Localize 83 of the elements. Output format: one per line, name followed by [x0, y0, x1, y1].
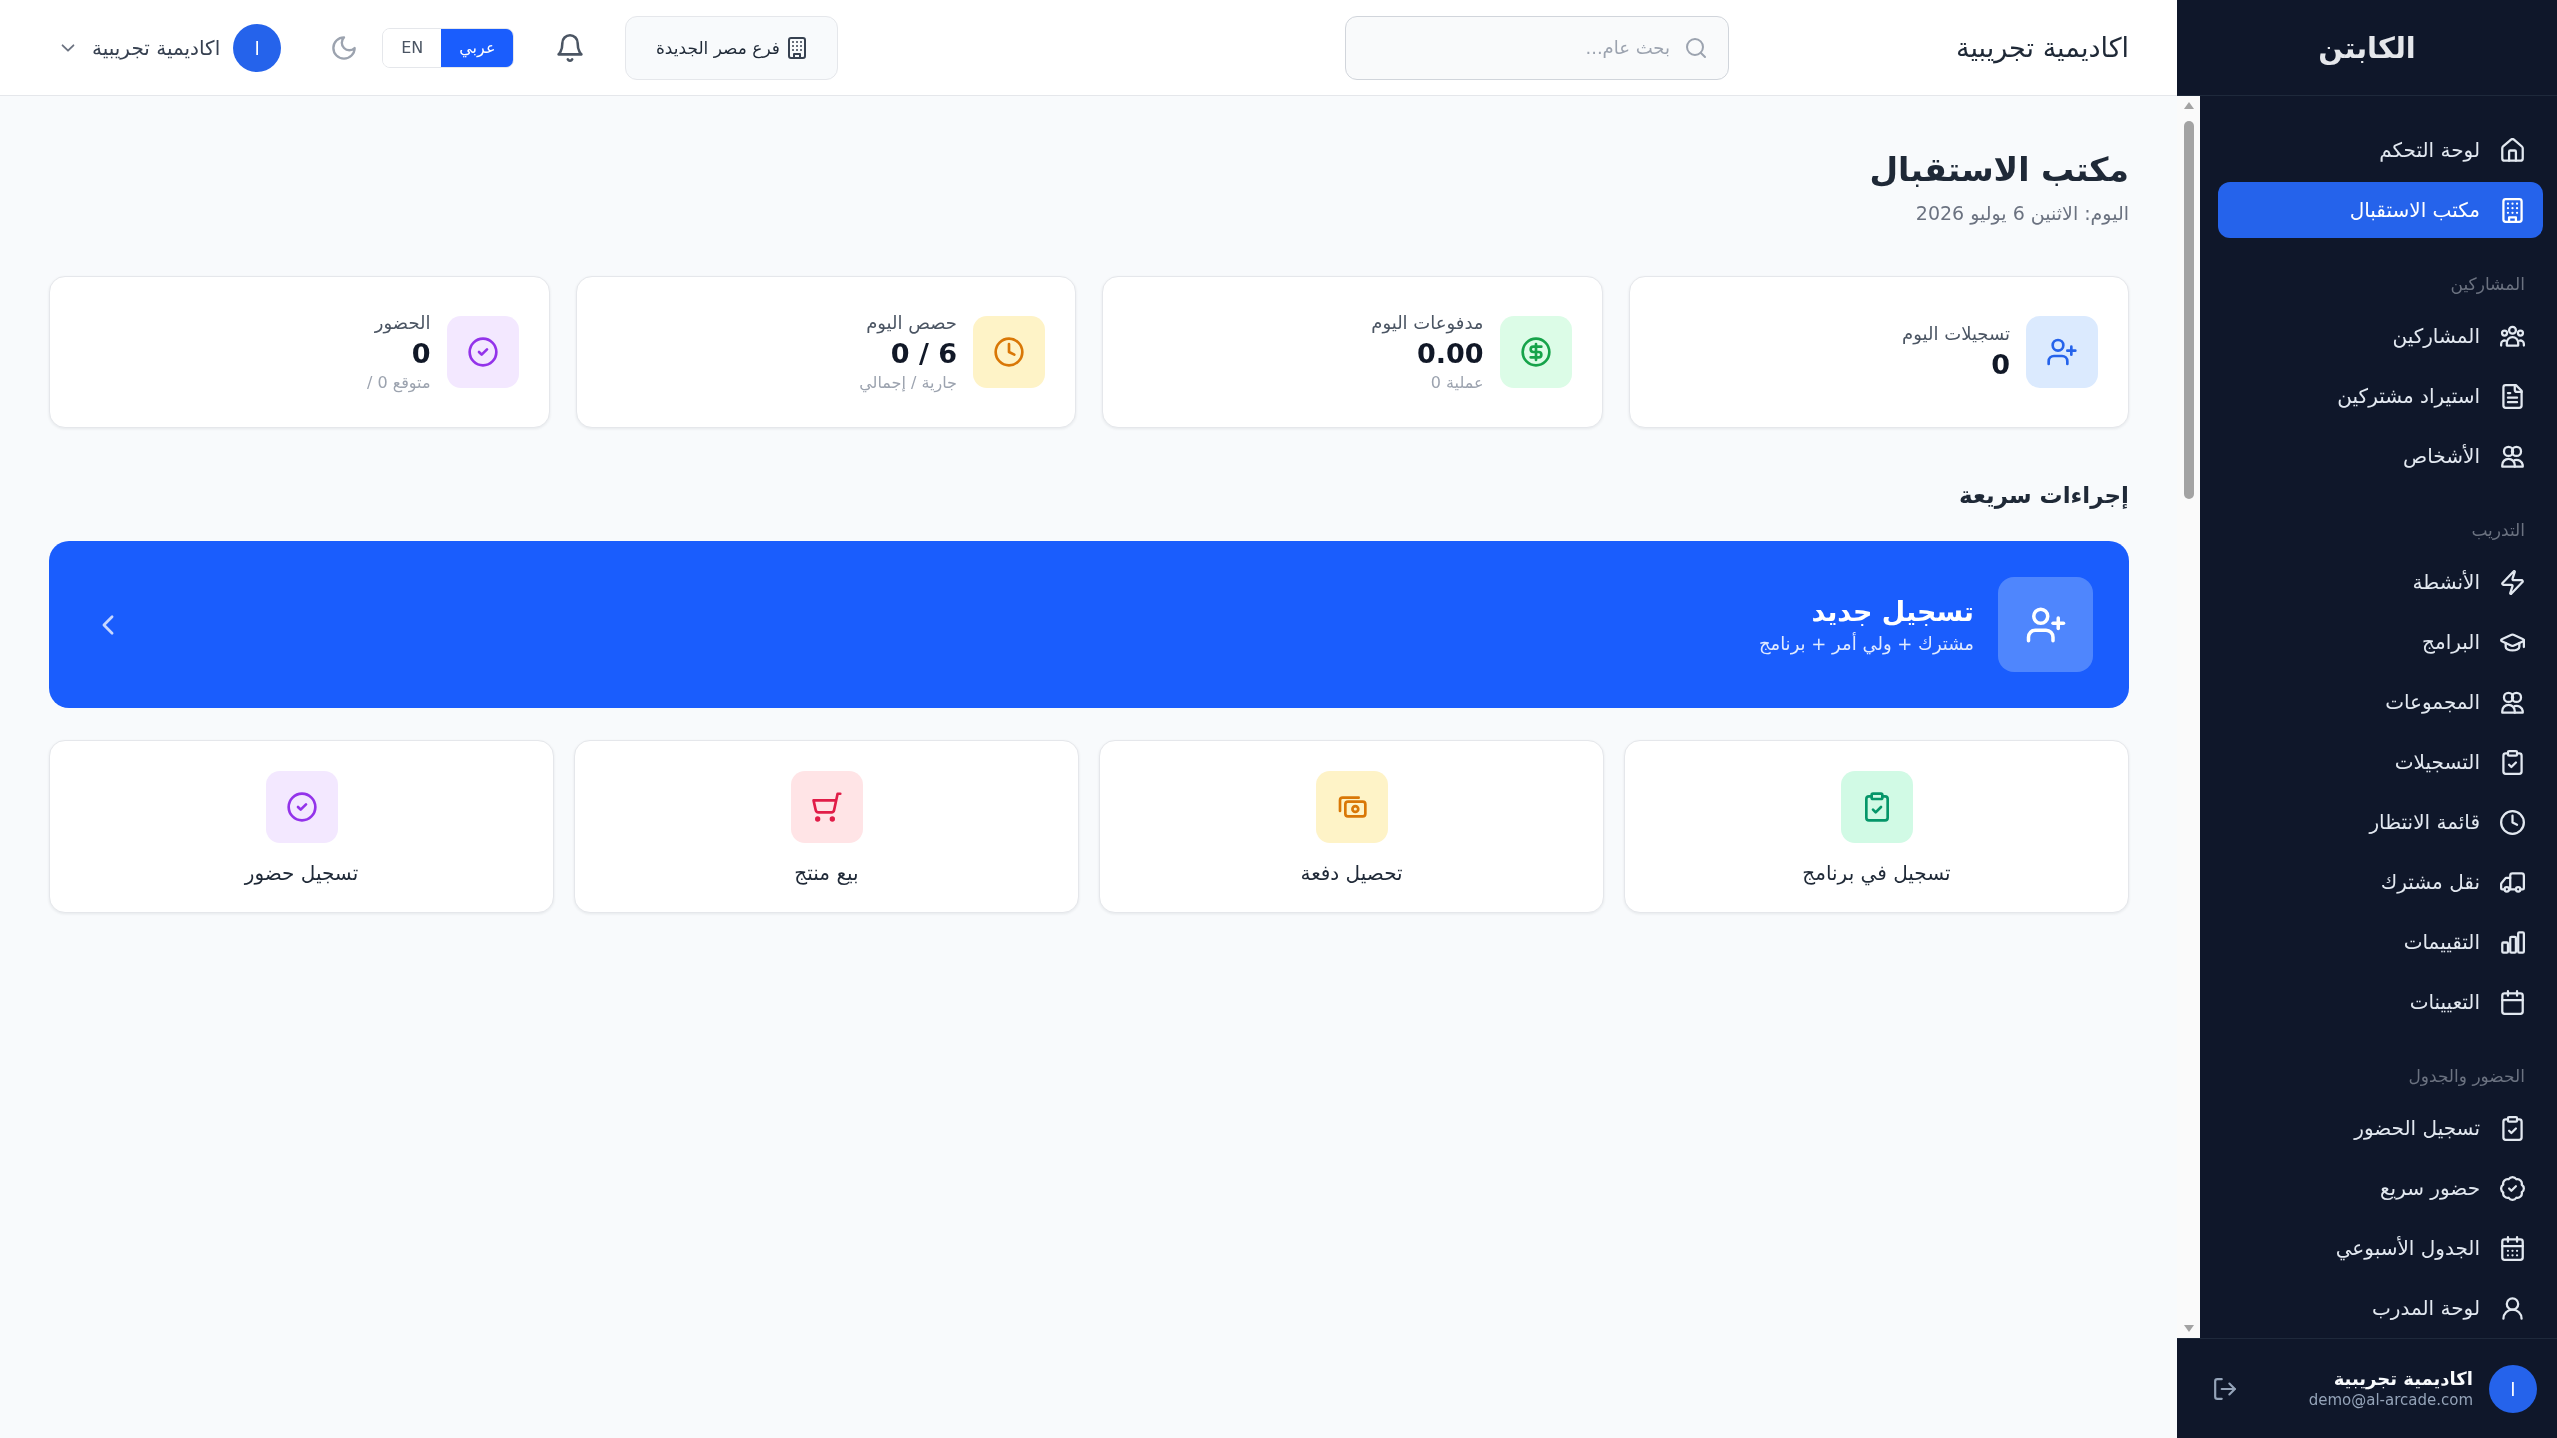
sidebar-item[interactable]: التقييمات	[2218, 914, 2543, 970]
document-icon	[2500, 383, 2525, 409]
logout-icon[interactable]	[2213, 1376, 2237, 1401]
account-name[interactable]: اكاديمية تجريبية	[92, 35, 221, 60]
quick-action-card[interactable]: تسجيل في برنامج	[1624, 740, 2129, 913]
sidebar-item[interactable]: قائمة الانتظار	[2218, 794, 2543, 850]
bar-chart-icon	[2500, 929, 2525, 955]
section-label: التدريب	[2470, 519, 2526, 542]
clipboard-check-icon	[2500, 1115, 2525, 1141]
stat-label: تسجيلات اليوم	[1902, 322, 2010, 347]
clipboard-check-icon	[1840, 771, 1913, 843]
sidebar-item[interactable]: لوحة التحكم	[2218, 122, 2543, 178]
scrollbar-thumb[interactable]	[2183, 121, 2194, 499]
scroll-down-icon[interactable]	[2183, 1325, 2194, 1332]
scroll-up-icon[interactable]	[2183, 102, 2194, 109]
stat-label: مدفوعات اليوم	[1371, 311, 1484, 336]
search-icon	[1685, 36, 1707, 59]
truck-icon	[2500, 869, 2525, 895]
people-icon	[2500, 323, 2525, 349]
sidebar-item[interactable]: مكتب الاستقبال	[2218, 182, 2543, 238]
sidebar-item[interactable]: حضور سريع	[2218, 1160, 2543, 1216]
section-label: الحضور والجدول	[2407, 1065, 2526, 1088]
moon-icon[interactable]	[331, 34, 358, 61]
two-people-icon	[2500, 443, 2525, 469]
stat-value: 0.00	[1415, 337, 1484, 371]
home-icon	[2500, 137, 2525, 163]
clock-icon	[2500, 809, 2525, 835]
banner-subtitle: مشترك + ولي أمر + برنامج	[1758, 632, 1974, 654]
section-title: إجراءات سريعة	[1958, 481, 2129, 511]
calendar-grid-icon	[2500, 1235, 2525, 1261]
stat-note: متوقع 0 /	[366, 372, 431, 394]
quick-action-card[interactable]: تحصيل دفعة	[1099, 740, 1604, 913]
sidebar-item[interactable]: الأشخاص	[2218, 428, 2543, 484]
page-title: مكتب الاستقبال	[1868, 149, 2129, 191]
sidebar-item[interactable]: المجموعات	[2218, 674, 2543, 730]
sidebar-item[interactable]: الأنشطة	[2218, 554, 2543, 610]
banner-title: تسجيل جديد	[1811, 595, 1974, 627]
badge-check-icon	[2500, 1175, 2525, 1201]
sidebar-item[interactable]: الجدول الأسبوعي	[2218, 1220, 2543, 1276]
sidebar-item[interactable]: البرامج	[2218, 614, 2543, 670]
user-name: اكاديمية تجريبية	[2333, 1368, 2473, 1389]
stat-label: الحضور	[373, 311, 431, 336]
quick-action-card[interactable]: تسجيل حضور	[49, 740, 554, 913]
stat-note: عملية 0	[1429, 372, 1484, 394]
sidebar-item[interactable]: المشاركين	[2218, 308, 2543, 364]
person-icon	[2500, 1295, 2525, 1321]
user-plus-icon	[1998, 577, 2093, 672]
page-date: اليوم: الاثنين 6 يوليو 2026	[1914, 201, 2129, 226]
language-option[interactable]: عربي	[441, 28, 514, 67]
app-title: اكاديمية تجريبية	[1955, 32, 2129, 63]
scrollbar[interactable]	[2177, 96, 2200, 1338]
dollar-icon	[1499, 316, 1572, 388]
stat-value: 0	[410, 337, 431, 371]
notifications-icon[interactable]	[556, 33, 585, 62]
sidebar-item[interactable]: التسجيلات	[2218, 734, 2543, 790]
sidebar-item[interactable]: تسجيل الحضور	[2218, 1100, 2543, 1156]
new-registration-banner[interactable]: تسجيل جديد مشترك + ولي أمر + برنامج	[49, 541, 2129, 708]
building-icon	[786, 36, 808, 59]
clock-icon	[973, 316, 1045, 388]
stat-note: جارية / إجمالي	[859, 372, 957, 394]
sidebar-item[interactable]: لوحة المدرب	[2218, 1280, 2543, 1336]
stat-value: 0	[1990, 348, 2010, 382]
sidebar-item[interactable]: التعيينات	[2218, 974, 2543, 1030]
building-icon	[2500, 197, 2525, 223]
sidebar-item[interactable]: استيراد مشتركين	[2218, 368, 2543, 424]
section-label: المشاركين	[2449, 273, 2526, 296]
avatar[interactable]: ا	[233, 23, 282, 72]
search-field[interactable]: بحث عام...	[1345, 15, 1729, 80]
sidebar-item[interactable]: نقل مشترك	[2218, 854, 2543, 910]
clipboard-check-icon	[2500, 749, 2525, 775]
branch-selector[interactable]: فرع مصر الجديدة	[625, 15, 839, 80]
stat-label: حصص اليوم	[865, 311, 957, 336]
quick-action-card[interactable]: بيع منتج	[574, 740, 1079, 913]
stat-value: 0 / 6	[889, 337, 957, 371]
cart-icon	[790, 771, 863, 843]
calendar-icon	[2500, 989, 2525, 1015]
avatar: ا	[2489, 1364, 2537, 1413]
banknotes-icon	[1315, 771, 1388, 843]
user-email: demo@al-arcade.com	[2308, 1391, 2473, 1409]
brand-name: الكابتن	[2318, 30, 2416, 65]
lightning-icon	[2500, 569, 2525, 595]
two-people-icon	[2500, 689, 2525, 715]
user-plus-icon	[2026, 316, 2098, 388]
